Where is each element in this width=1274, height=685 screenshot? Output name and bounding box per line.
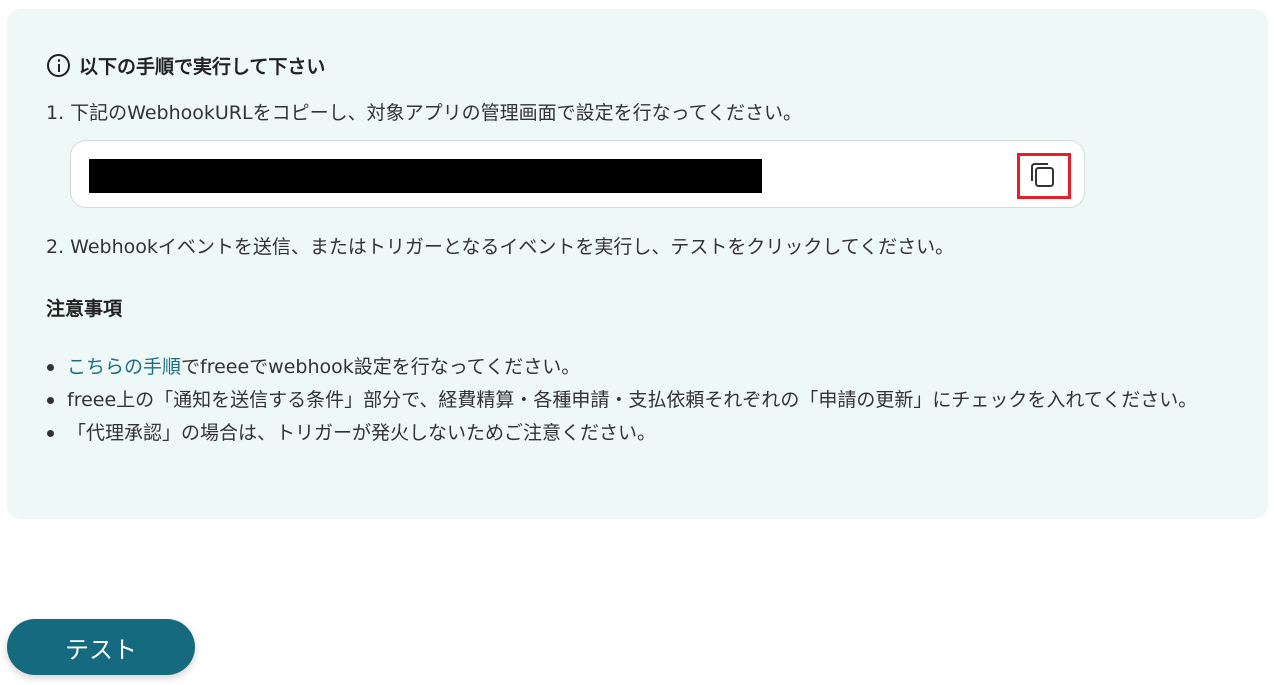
copy-url-button[interactable] [1017,153,1071,199]
instructions-heading: 以下の手順で実行して下さい [47,51,325,79]
note-text: freee上の「通知を送信する条件」部分で、経費精算・各種申請・支払依頼それぞれ… [67,389,1198,411]
procedure-link[interactable]: こちらの手順 [67,356,181,378]
copy-icon [1031,163,1054,187]
note-text: でfreeeでwebhook設定を行なってください。 [181,356,581,378]
webhook-url-field[interactable] [70,140,1085,208]
notes-title: 注意事項 [46,298,123,320]
list-item: こちらの手順でfreeeでwebhook設定を行なってください。 [46,351,1241,384]
heading-text: 以下の手順で実行して下さい [79,55,326,78]
info-circle-icon [47,53,70,77]
list-item: freee上の「通知を送信する条件」部分で、経費精算・各種申請・支払依頼それぞれ… [46,384,1241,417]
test-button[interactable]: テスト [7,619,195,675]
list-item: 「代理承認」の場合は、トリガーが発火しないためご注意ください。 [46,417,1241,450]
step-2-text: 2. Webhookイベントを送信、またはトリガーとなるイベントを実行し、テスト… [46,236,955,258]
step-1-text: 1. 下記のWebhookURLをコピーし、対象アプリの管理画面で設定を行なって… [46,102,803,124]
redacted-webhook-url [89,159,762,193]
note-text: 「代理承認」の場合は、トリガーが発火しないためご注意ください。 [67,422,657,444]
notes-list: こちらの手順でfreeeでwebhook設定を行なってください。 freee上の… [46,351,1241,450]
